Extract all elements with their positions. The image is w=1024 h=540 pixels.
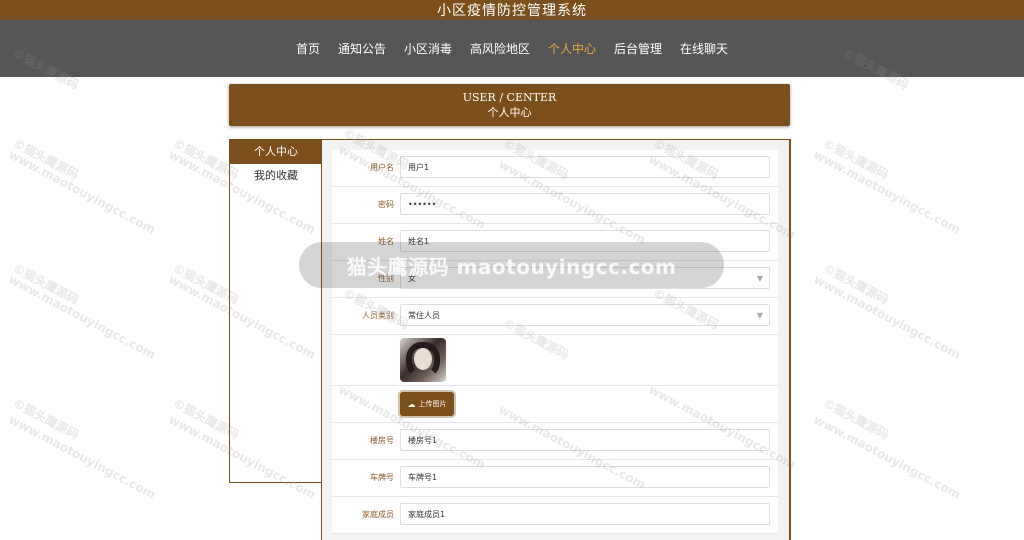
upload-row: ☁ 上传图片 [332,386,778,423]
person-type-value: 常住人员 [408,311,440,320]
watermark-text: www.maotouyingcc.com [6,147,158,237]
nav-personal-center[interactable]: 个人中心 [548,40,596,57]
watermark-text: ©猫头鹰源码 [820,395,891,443]
sidebar-item-personal-center[interactable]: 个人中心 [230,140,322,164]
nav-chat[interactable]: 在线聊天 [680,40,728,57]
username-label: 用户名 [370,163,394,172]
chevron-down-icon: ▼ [756,274,763,283]
profile-form-panel: 用户名 用户1 密码 •••••• 姓名 姓名1 性别 女 ▼ 人员类别 常住人… [321,139,791,540]
building-label: 楼房号 [370,436,394,445]
family-row: 家庭成员 家庭成员1 [332,497,778,534]
watermark-text: ©猫头鹰源码 [10,260,81,308]
top-title-bar: 小区疫情防控管理系统 [0,0,1024,20]
upload-button-label: 上传图片 [418,400,447,408]
building-row: 楼房号 楼房号1 [332,423,778,460]
password-row: 密码 •••••• [332,187,778,224]
watermark-text: ©猫头鹰源码 [820,135,891,183]
nav-disinfection[interactable]: 小区消毒 [404,40,452,57]
avatar-row [332,335,778,386]
main-nav: 首页 通知公告 小区消毒 高风险地区 个人中心 后台管理 在线聊天 [0,20,1024,77]
username-input[interactable]: 用户1 [400,156,770,178]
watermark-text: www.maotouyingcc.com [6,412,158,502]
person-type-row: 人员类别 常住人员 ▼ [332,298,778,335]
nav-admin[interactable]: 后台管理 [614,40,662,57]
family-label: 家庭成员 [362,510,394,519]
watermark-text: ©猫头鹰源码 [820,260,891,308]
watermark-text: www.maotouyingcc.com [811,412,963,502]
nav-home[interactable]: 首页 [296,40,320,57]
chevron-down-icon: ▼ [756,311,763,320]
app-title: 小区疫情防控管理系统 [437,3,587,19]
page-header-en: USER / CENTER [462,90,557,104]
plate-input[interactable]: 车牌号1 [400,466,770,488]
sidebar: 个人中心 我的收藏 [229,139,323,483]
password-input[interactable]: •••••• [400,193,770,215]
watermark-banner: 猫头鹰源码 maotouyingcc.com [299,242,724,288]
watermark-text: ©猫头鹰源码 [10,395,81,443]
family-input[interactable]: 家庭成员1 [400,503,770,525]
watermark-text: www.maotouyingcc.com [811,147,963,237]
cloud-upload-icon: ☁ [407,399,416,409]
password-label: 密码 [378,200,394,209]
watermark-text: ©猫头鹰源码 [10,135,81,183]
page-header-cn: 个人中心 [487,105,532,119]
nav-high-risk[interactable]: 高风险地区 [470,40,530,57]
nav-notices[interactable]: 通知公告 [338,40,386,57]
plate-label: 车牌号 [370,473,394,482]
watermark-text: www.maotouyingcc.com [6,272,158,362]
watermark-text: www.maotouyingcc.com [811,272,963,362]
person-type-label: 人员类别 [362,311,394,320]
sidebar-item-favorites[interactable]: 我的收藏 [230,164,322,188]
person-type-select[interactable]: 常住人员 ▼ [400,304,770,326]
page-header: USER / CENTER 个人中心 [229,84,790,126]
plate-row: 车牌号 车牌号1 [332,460,778,497]
username-row: 用户名 用户1 [332,150,778,187]
upload-image-button[interactable]: ☁ 上传图片 [400,392,454,416]
avatar-face [414,348,432,370]
profile-form: 用户名 用户1 密码 •••••• 姓名 姓名1 性别 女 ▼ 人员类别 常住人… [332,150,778,534]
building-input[interactable]: 楼房号1 [400,429,770,451]
avatar-image [400,338,446,382]
